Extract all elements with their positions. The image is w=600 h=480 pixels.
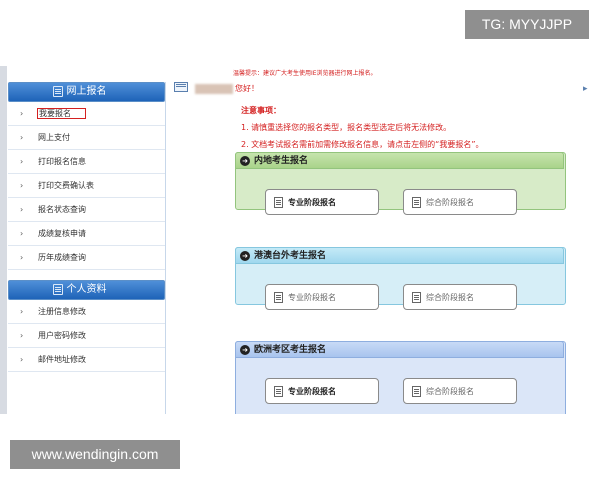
sidebar-item-label: 用户密码修改	[38, 331, 86, 340]
notice: 注意事项： 1. 请慎重选择您的报名类型，报名类型选定后将无法修改。 2. 文档…	[241, 102, 483, 153]
sidebar-header-label: 个人资料	[66, 284, 107, 295]
sidebar-item-register[interactable]: › 我要报名	[8, 102, 165, 126]
mail-icon[interactable]	[174, 82, 188, 92]
sidebar-item-online-payment[interactable]: › 网上支付	[8, 126, 165, 150]
sidebar-item-print-payment-confirmation[interactable]: › 打印交费确认表	[8, 174, 165, 198]
sidebar-item-edit-registration-info[interactable]: › 注册信息修改	[8, 300, 165, 324]
document-icon	[412, 292, 421, 303]
comprehensive-stage-button[interactable]: 综合阶段报名	[403, 378, 517, 404]
arrow-right-icon: ›	[20, 181, 24, 190]
button-label: 专业阶段报名	[288, 198, 336, 207]
sidebar-item-label: 注册信息修改	[38, 307, 86, 316]
arrow-right-icon[interactable]: ▸	[583, 84, 588, 94]
arrow-right-icon: ➜	[240, 155, 250, 166]
greeting-text: 您好！	[235, 84, 259, 93]
main-content: 温馨提示：建议广大考生使用IE浏览器进行网上报名。 您好！ ▸ 注意事项： 1.…	[165, 66, 600, 414]
sidebar-item-past-scores[interactable]: › 历年成绩查询	[8, 246, 165, 270]
sidebar-item-print-registration[interactable]: › 打印报名信息	[8, 150, 165, 174]
sidebar-item-label: 报名状态查询	[38, 205, 86, 214]
professional-stage-button[interactable]: 专业阶段报名	[265, 378, 379, 404]
sidebar-item-change-email[interactable]: › 邮件地址修改	[8, 348, 165, 372]
arrow-right-icon: ›	[20, 109, 24, 118]
sidebar-item-label: 网上支付	[38, 133, 70, 142]
professional-stage-button[interactable]: 专业阶段报名	[265, 189, 379, 215]
arrow-right-icon: ➜	[240, 344, 250, 355]
panel-mainland: ➜ 内地考生报名 专业阶段报名 综合阶段报名	[235, 152, 566, 215]
sidebar-item-change-password[interactable]: › 用户密码修改	[8, 324, 165, 348]
sidebar-header-label: 网上报名	[66, 86, 107, 97]
sidebar-item-label: 打印交费确认表	[38, 181, 94, 190]
notice-line: 2. 文档考试报名需前加需修改报名信息，请点击左侧的“我要报名”。	[241, 140, 484, 149]
arrow-right-icon: ›	[20, 331, 24, 340]
panel-europe: ➜ 欧洲考区考生报名 专业阶段报名 综合阶段报名	[235, 341, 566, 414]
browser-tip: 温馨提示：建议广大考生使用IE浏览器进行网上报名。	[233, 70, 377, 77]
redacted-username	[195, 83, 233, 94]
sidebar-item-label: 打印报名信息	[38, 157, 86, 166]
document-icon	[53, 86, 63, 97]
watermark-top: TG: MYYJJPP	[465, 10, 589, 39]
button-label: 专业阶段报名	[288, 387, 336, 396]
document-icon	[412, 386, 421, 397]
sidebar-item-label: 邮件地址修改	[38, 355, 86, 364]
sidebar-item-registration-status[interactable]: › 报名状态查询	[8, 198, 165, 222]
button-label: 综合阶段报名	[426, 387, 474, 396]
panel-title: ➜ 港澳台外考生报名	[235, 247, 564, 264]
panel-title: ➜ 内地考生报名	[235, 152, 564, 169]
panel-title-label: 港澳台外考生报名	[254, 251, 327, 261]
sidebar-item-score-review[interactable]: › 成绩复核申请	[8, 222, 165, 246]
arrow-right-icon: ›	[20, 133, 24, 142]
notice-title: 注意事项：	[241, 106, 281, 115]
professional-stage-button[interactable]: 专业阶段报名	[265, 284, 379, 310]
document-icon	[274, 197, 283, 208]
panel-title: ➜ 欧洲考区考生报名	[235, 341, 564, 358]
document-icon	[274, 292, 283, 303]
window-edge	[0, 66, 7, 414]
watermark-bottom: www.wendingin.com	[10, 440, 180, 469]
document-icon	[274, 386, 283, 397]
browser-content: 网上报名 › 我要报名 › 网上支付 › 打印报名信息 › 打印交费确认表 › …	[0, 66, 600, 414]
button-label: 综合阶段报名	[426, 198, 474, 207]
sidebar-item-label: 成绩复核申请	[38, 229, 86, 238]
sidebar: 网上报名 › 我要报名 › 网上支付 › 打印报名信息 › 打印交费确认表 › …	[8, 82, 166, 414]
notice-line: 1. 请慎重选择您的报名类型，报名类型选定后将无法修改。	[241, 123, 452, 132]
sidebar-header-personal-info: 个人资料	[8, 280, 165, 300]
arrow-right-icon: ›	[20, 355, 24, 364]
panel-title-label: 欧洲考区考生报名	[254, 345, 327, 355]
sidebar-item-label: 历年成绩查询	[38, 253, 86, 262]
panel-title-label: 内地考生报名	[254, 156, 309, 166]
button-label: 综合阶段报名	[426, 293, 474, 302]
arrow-right-icon: ›	[20, 157, 24, 166]
greeting: 您好！	[195, 83, 259, 94]
arrow-right-icon: ›	[20, 229, 24, 238]
panel-hk-macao-taiwan-foreign: ➜ 港澳台外考生报名 专业阶段报名 综合阶段报名	[235, 247, 566, 310]
comprehensive-stage-button[interactable]: 综合阶段报名	[403, 189, 517, 215]
arrow-right-icon: ›	[20, 253, 24, 262]
sidebar-item-label: 我要报名	[37, 108, 86, 119]
comprehensive-stage-button[interactable]: 综合阶段报名	[403, 284, 517, 310]
arrow-right-icon: ➜	[240, 250, 250, 261]
arrow-right-icon: ›	[20, 205, 24, 214]
document-icon	[412, 197, 421, 208]
sidebar-header-online-registration: 网上报名	[8, 82, 165, 102]
button-label: 专业阶段报名	[288, 293, 336, 302]
document-icon	[53, 284, 63, 295]
arrow-right-icon: ›	[20, 307, 24, 316]
